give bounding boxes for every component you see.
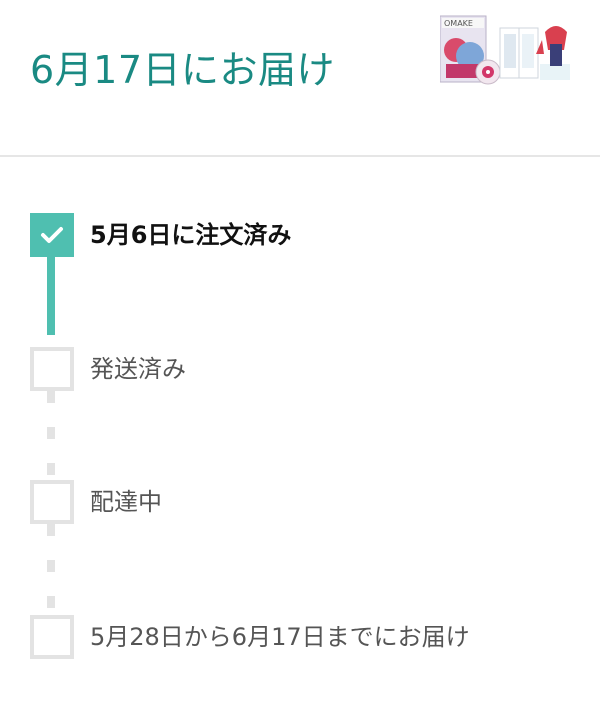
step-ordered-checkbox	[30, 213, 74, 257]
step-shipped-label: 発送済み	[90, 355, 186, 383]
step-delivery-label: 5月28日から6月17日までにお届け	[90, 623, 470, 651]
cover-text: OMAKE	[444, 19, 473, 28]
progress-line-dash	[47, 524, 55, 536]
delivery-header: 6月17日にお届け OMAKE	[0, 0, 600, 155]
delivery-date-title: 6月17日にお届け	[30, 48, 336, 92]
step-in-transit-checkbox	[30, 480, 74, 524]
progress-line-dash	[47, 596, 55, 608]
progress-line-dash	[47, 463, 55, 475]
progress-line-dash	[47, 391, 55, 403]
step-in-transit-label: 配達中	[90, 488, 162, 516]
step-ordered-label: 5月6日に注文済み	[90, 221, 292, 249]
progress-line-dash	[47, 427, 55, 439]
progress-line-dash	[47, 560, 55, 572]
step-shipped-checkbox	[30, 347, 74, 391]
shipment-progress-tracker: 5月6日に注文済み 発送済み 配達中 5月28日から6月17日までにお届け	[0, 157, 600, 711]
progress-line-complete	[47, 257, 55, 335]
product-image[interactable]: OMAKE	[440, 14, 574, 90]
step-delivery-checkbox	[30, 615, 74, 659]
checkmark-icon	[41, 227, 63, 243]
